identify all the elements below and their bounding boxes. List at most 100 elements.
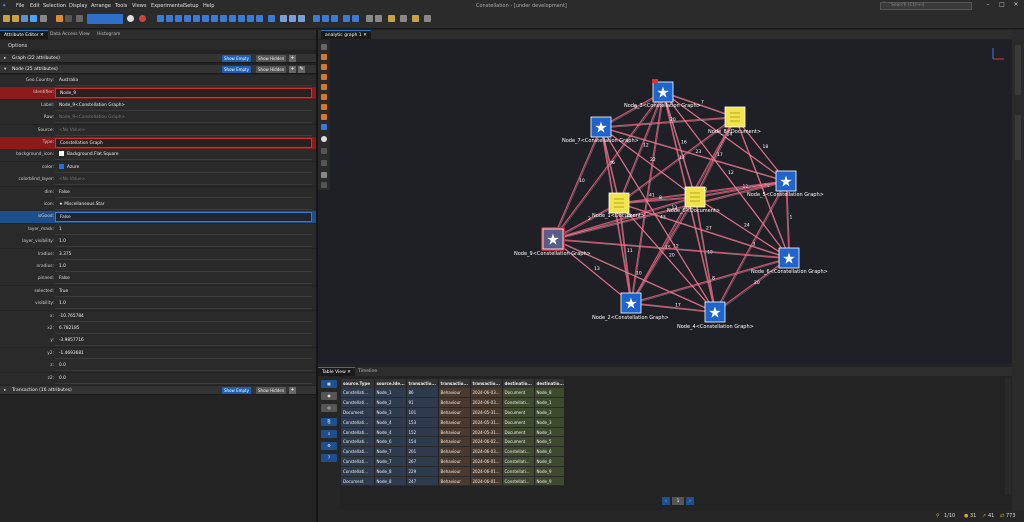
attribute-value[interactable]: 6.782185 (55, 324, 312, 334)
attribute-value[interactable]: Node_9<Constellation Graph> (55, 101, 312, 111)
table-cell[interactable]: Node_4 (374, 427, 407, 438)
table-cell[interactable]: Document (502, 388, 535, 399)
attribute-row[interactable]: Raw: Node_9<Constellation Graph> (0, 112, 316, 125)
table-cell[interactable]: 201 (406, 446, 439, 458)
attribute-row[interactable]: colorblind_layer: <No Value> (0, 174, 316, 187)
transaction-show-hidden-button[interactable]: Show Hidden (256, 387, 287, 394)
options-label[interactable]: Options (8, 43, 27, 49)
attribute-row[interactable]: icon: ★ Miscellaneous.Star (0, 199, 316, 211)
attribute-row[interactable]: dim: False (0, 186, 316, 199)
menu-help[interactable]: Help (203, 3, 214, 9)
menu-experimental[interactable]: Experimental (151, 3, 184, 9)
layout-line-icon[interactable] (238, 15, 245, 22)
column-header[interactable]: destinatio... (502, 379, 535, 388)
refresh-icon[interactable] (40, 15, 47, 22)
draw-transaction-icon[interactable] (321, 74, 327, 80)
graph-node[interactable]: ★Node_7<Constellation Graph> (562, 116, 639, 144)
layout-arc-icon[interactable] (247, 15, 254, 22)
table-cell[interactable]: Constellati... (502, 476, 535, 487)
table-row[interactable]: Document Node_8 247 Behaviour 2024-06-01... C… (341, 476, 565, 487)
attribute-row[interactable]: Type: Constellation Graph (0, 137, 316, 149)
table-scrollbar[interactable] (1005, 379, 1011, 494)
table-cell[interactable]: Behaviour (438, 397, 471, 409)
table-cell[interactable]: 152 (406, 427, 439, 438)
graph-show-empty-button[interactable]: Show Empty (222, 55, 251, 62)
table-cell[interactable]: Behaviour (438, 417, 471, 428)
pin-icon[interactable] (321, 172, 327, 178)
table-cell[interactable]: Constellati... (502, 446, 535, 458)
attribute-value[interactable]: 1 (55, 225, 312, 235)
undo-icon[interactable] (56, 15, 63, 22)
zoom-in-icon[interactable] (280, 15, 287, 22)
table-cell[interactable]: Constellati... (341, 397, 375, 409)
menu-edit[interactable]: Edit (30, 3, 40, 9)
table-cell[interactable]: 2024-06-03... (470, 397, 503, 409)
record-icon[interactable] (139, 15, 146, 22)
layout-uncollide-icon[interactable] (256, 15, 263, 22)
node-icon[interactable] (127, 15, 134, 22)
table-row[interactable]: Constellati... Node_6 154 Behaviour 2024-06-… (341, 436, 565, 448)
rotate-icon[interactable] (343, 15, 350, 22)
column-header[interactable]: transactio... (470, 379, 503, 388)
node-edit-icon[interactable]: ✎ (298, 66, 305, 73)
column-header[interactable]: transactio... (438, 379, 471, 388)
attribute-value[interactable]: Node_9<Constellation Graph> (55, 113, 312, 124)
table-cell[interactable]: 2024-06-01... (470, 476, 503, 487)
draw-node-icon[interactable] (321, 64, 327, 70)
next-page-icon[interactable]: › (686, 497, 694, 505)
menu-views[interactable]: Views (132, 3, 146, 9)
table-cell[interactable]: Constellati... (502, 397, 535, 409)
table-cell[interactable]: Behaviour (438, 388, 471, 399)
mode-3d-icon[interactable] (352, 15, 359, 22)
help-icon[interactable]: ? (321, 454, 337, 462)
table-cell[interactable]: Node_8 (374, 466, 407, 477)
table-cell[interactable]: Node_9 (534, 466, 565, 477)
copy-icon[interactable]: ⎘ (321, 418, 337, 426)
select-icon[interactable] (157, 15, 164, 22)
table-cell[interactable]: 2024-05-31... (470, 417, 503, 428)
new-graph-icon[interactable] (3, 15, 10, 22)
table-cell[interactable]: 101 (406, 407, 439, 418)
attribute-value[interactable]: 0.0 (55, 374, 312, 384)
table-cell[interactable]: 2024-06-01... (470, 466, 503, 477)
table-cell[interactable]: 2024-06-02... (470, 436, 503, 448)
nodes-icon[interactable] (321, 160, 327, 166)
node-show-hidden-button[interactable]: Show Hidden (256, 66, 287, 73)
attribute-value[interactable]: 1.0 (55, 237, 312, 248)
attribute-row[interactable]: layer_visibility: 1.0 (0, 236, 316, 249)
attribute-value[interactable]: -1.4693681 (55, 349, 312, 359)
draw-undirected-icon[interactable] (321, 94, 327, 100)
attribute-value[interactable]: Australia (55, 76, 312, 86)
table-cell[interactable]: Node_9 (534, 476, 565, 487)
axis-z-icon[interactable] (331, 15, 338, 22)
zoom-fit-icon[interactable] (298, 15, 305, 22)
table-cell[interactable]: Node_7 (374, 446, 407, 458)
attribute-row[interactable]: y2: -1.4693681 (0, 347, 316, 360)
attribute-value[interactable]: <No Value> (55, 126, 312, 136)
draw-mode-icon[interactable] (321, 54, 327, 60)
table-row[interactable]: Constellati... Node_1 86 Behaviour 2024-06-0… (341, 388, 565, 399)
table-cell[interactable]: Behaviour (438, 466, 471, 477)
element-type-icon[interactable]: ◎ (321, 404, 337, 412)
layout-flow-icon[interactable] (202, 15, 209, 22)
table-cell[interactable]: Behaviour (438, 456, 471, 467)
attribute-row[interactable]: x: -10.765784 (0, 310, 316, 323)
table-row[interactable]: Constellati... Node_7 201 Behaviour 2024-06-… (341, 446, 565, 458)
layout-tree-icon[interactable] (166, 15, 173, 22)
table-cell[interactable]: Behaviour (438, 407, 471, 418)
table-cell[interactable]: Document (502, 427, 535, 438)
columns-icon[interactable]: ▦ (321, 380, 337, 388)
table-cell[interactable]: 91 (406, 397, 439, 409)
page-number[interactable]: 1 (672, 497, 684, 505)
table-cell[interactable]: 86 (406, 388, 439, 399)
graph-node[interactable]: ★Node_3<Constellation Graph> (624, 79, 701, 109)
attribute-value[interactable]: False (55, 188, 312, 198)
labels-icon[interactable] (321, 182, 327, 188)
table-cell[interactable]: Node_8 (534, 388, 565, 399)
attribute-value[interactable]: 0.0 (55, 361, 312, 372)
attribute-value[interactable]: -10.765784 (55, 312, 312, 322)
table-cell[interactable]: 247 (406, 476, 439, 487)
transaction-section-header[interactable]: ▸ Transaction (16 attributes) Show Empty… (0, 386, 316, 395)
table-cell[interactable]: Constellati... (502, 466, 535, 477)
tab-attribute-editor[interactable]: Attribute Editor ✕ (0, 30, 48, 39)
